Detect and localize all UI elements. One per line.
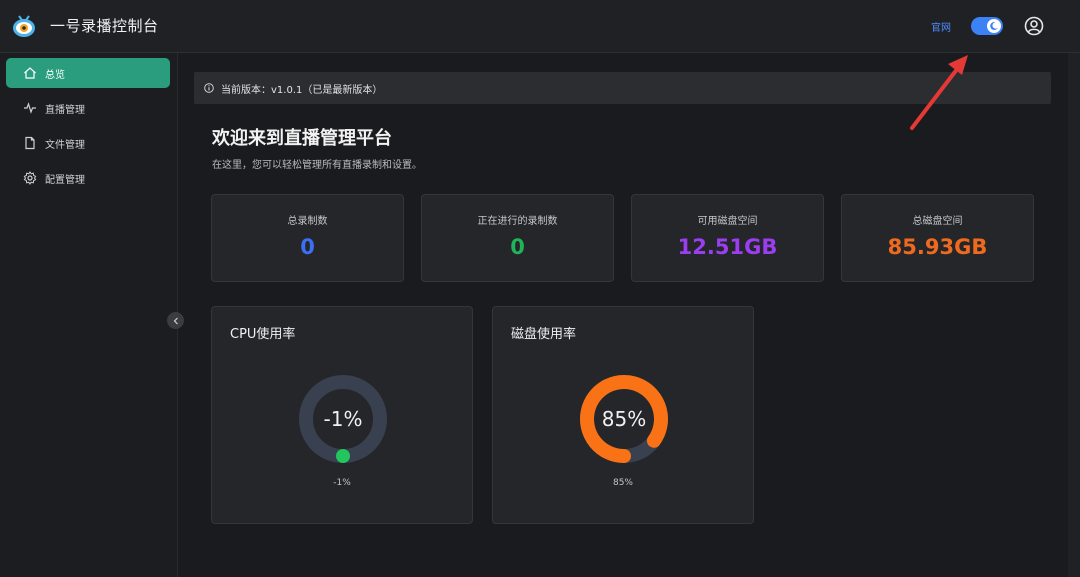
stat-value: 12.51GB <box>677 235 778 259</box>
sidebar: 总览 直播管理 文件管理 配置管理 <box>0 53 178 577</box>
stat-card-free-disk: 可用磁盘空间 12.51GB <box>631 194 824 282</box>
activity-icon <box>23 101 37 115</box>
page-title: 欢迎来到直播管理平台 <box>212 128 392 149</box>
gauge-sub-value: -1% <box>333 478 351 488</box>
stat-value: 0 <box>510 235 525 259</box>
cpu-usage-card: CPU使用率 -1% -1% <box>211 306 473 524</box>
stat-card-active-recordings: 正在进行的录制数 0 <box>421 194 614 282</box>
toggle-knob <box>987 19 1001 33</box>
sidebar-item-overview[interactable]: 总览 <box>6 58 170 88</box>
file-icon <box>23 136 37 150</box>
sidebar-item-label: 配置管理 <box>45 174 85 186</box>
gauge-center-value: -1% <box>323 407 363 431</box>
gauge-title: 磁盘使用率 <box>511 327 577 342</box>
version-text: 当前版本：v1.0.1（已是最新版本） <box>221 84 383 96</box>
sidebar-item-label: 直播管理 <box>45 104 85 116</box>
settings-icon <box>23 171 37 185</box>
stat-card-total-disk: 总磁盘空间 85.93GB <box>841 194 1034 282</box>
sidebar-item-settings[interactable]: 配置管理 <box>6 163 170 193</box>
version-info-bar: 当前版本：v1.0.1（已是最新版本） <box>194 72 1051 104</box>
stat-label: 总磁盘空间 <box>912 216 963 227</box>
sidebar-item-label: 文件管理 <box>45 139 85 151</box>
info-icon <box>204 83 214 93</box>
moon-icon <box>990 21 998 30</box>
sidebar-collapse-button[interactable] <box>167 312 184 329</box>
page-subtitle: 在这里，您可以轻松管理所有直播录制和设置。 <box>212 160 422 171</box>
stat-value: 0 <box>300 235 315 259</box>
disk-usage-card: 磁盘使用率 85% 85% <box>492 306 754 524</box>
sidebar-item-live[interactable]: 直播管理 <box>6 93 170 123</box>
official-site-link[interactable]: 官网 <box>931 19 951 34</box>
gauge-title: CPU使用率 <box>230 327 296 342</box>
stat-card-total-recordings: 总录制数 0 <box>211 194 404 282</box>
stat-label: 总录制数 <box>287 216 328 227</box>
theme-toggle[interactable] <box>971 17 1003 35</box>
home-icon <box>23 66 37 80</box>
sidebar-item-label: 总览 <box>45 69 65 81</box>
stat-label: 可用磁盘空间 <box>697 216 758 227</box>
app-title: 一号录播控制台 <box>50 17 159 35</box>
gauge-center-value: 85% <box>601 407 647 431</box>
sidebar-item-files[interactable]: 文件管理 <box>6 128 170 158</box>
user-account-icon[interactable] <box>1024 16 1044 36</box>
gauge-sub-value: 85% <box>612 478 633 488</box>
stat-value: 85.93GB <box>887 235 988 259</box>
stat-label: 正在进行的录制数 <box>477 216 558 227</box>
chevron-left-icon <box>173 317 178 324</box>
tv-logo-icon <box>13 15 35 37</box>
page-scrollbar[interactable] <box>1068 53 1080 577</box>
top-header: 一号录播控制台 官网 <box>0 0 1080 53</box>
